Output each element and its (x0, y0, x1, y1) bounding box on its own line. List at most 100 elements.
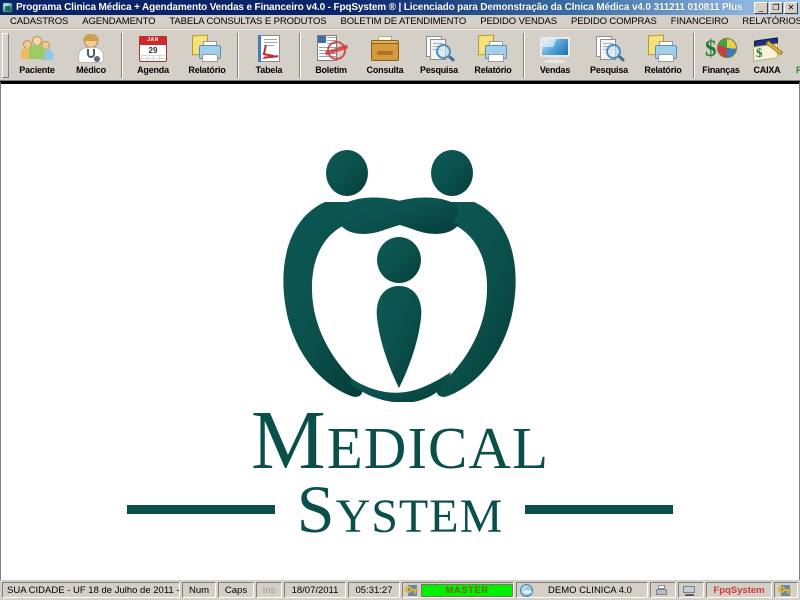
status-date: 18/07/2011 (284, 582, 346, 598)
brand-text: Medical System (126, 394, 674, 547)
status-location: SUA CIDADE - UF 18 de Julho de 2011 - Se… (2, 582, 180, 598)
toolbar-label-receber: Receber (796, 65, 800, 76)
status-time: 05:31:27 (348, 582, 400, 598)
toolbar-separator (299, 33, 301, 78)
toolbar-separator (237, 33, 239, 78)
toolbar-group-cadastros: Paciente Médico (10, 31, 118, 80)
medical-system-logo (255, 140, 545, 403)
menu-item-tabela-consultas-e-produtos[interactable]: TABELA CONSULTAS E PRODUTOS (162, 15, 333, 28)
toolbar-button-relatorio-boletim[interactable]: Relatório (466, 31, 520, 80)
toolbar-separator (523, 33, 525, 78)
key-person-icon (405, 584, 418, 597)
toolbar-label-financas: Finanças (702, 65, 740, 75)
search-pages-icon (423, 34, 456, 64)
application-window: Programa Clinica Médica + Agendamento Ve… (0, 0, 800, 600)
report-printer-icon (191, 34, 223, 64)
toolbar-label-boletim: Boletim (315, 65, 347, 75)
report-printer-icon (647, 34, 679, 64)
toolbar-button-relatorio-vendas[interactable]: Relatório (636, 31, 690, 80)
toolbar-label-pesquisa-boletim: Pesquisa (420, 65, 458, 75)
key-person-icon (778, 584, 791, 597)
menu-item-boletim-de-atendimento[interactable]: BOLETIM DE ATENDIMENTO (333, 15, 473, 28)
menu-item-pedido-vendas[interactable]: PEDIDO VENDAS (473, 15, 564, 28)
minimize-button[interactable]: _ (754, 1, 768, 14)
toolbar-button-pesquisa-vendas[interactable]: Pesquisa (582, 31, 636, 80)
dollar-glyph: $ (756, 45, 763, 60)
toolbar-group-tabela: Tabela (242, 31, 296, 80)
toolbar-button-tabela[interactable]: Tabela (242, 31, 296, 80)
report-printer-icon (477, 34, 509, 64)
status-num: Num (182, 582, 216, 598)
toolbar-button-medico[interactable]: Médico (64, 31, 118, 80)
menu-item-agendamento[interactable]: AGENDAMENTO (75, 15, 162, 28)
ledger-book-icon: $ (751, 34, 784, 64)
toolbar-separator (693, 33, 695, 78)
people-icon (21, 34, 53, 64)
toolbar-separator (121, 33, 123, 78)
toolbar-button-agenda[interactable]: JAN 29 Agenda (126, 31, 180, 80)
toolbar-label-relatorio-vendas: Relatório (644, 65, 682, 75)
status-user-panel: MASTER (402, 582, 514, 598)
toolbar-label-caixa: CAIXA (753, 65, 781, 75)
toolbar-button-paciente[interactable]: Paciente (10, 31, 64, 80)
splash-screen: Medical System (1, 84, 799, 580)
brand-system-row: System (126, 471, 674, 547)
window-controls: _ ❐ ✕ (754, 1, 799, 14)
app-icon (2, 2, 13, 13)
menu-item-cadastros[interactable]: CADASTROS (3, 15, 75, 28)
toolbar-group-agendamento: JAN 29 Agenda Relatório (126, 31, 234, 80)
title-bar: Programa Clinica Médica + Agendamento Ve… (0, 0, 800, 15)
toolbar-button-pesquisa-boletim[interactable]: Pesquisa (412, 31, 466, 80)
status-printer-panel[interactable] (650, 582, 676, 598)
calendar-day: 29 (148, 46, 158, 55)
menu-bar: CADASTROS AGENDAMENTO TABELA CONSULTAS E… (0, 15, 800, 29)
toolbar-grip-handle[interactable] (2, 33, 9, 78)
brand-system: System (296, 471, 504, 547)
toolbar-label-paciente: Paciente (19, 65, 55, 75)
status-network-panel[interactable] (678, 582, 704, 598)
status-database-panel: DEMO CLINICA 4.0 (516, 582, 648, 598)
status-user: MASTER (421, 583, 513, 597)
toolbar-button-caixa[interactable]: $ CAIXA (744, 31, 790, 80)
close-button[interactable]: ✕ (784, 1, 798, 14)
toolbar-label-consulta: Consulta (366, 65, 404, 75)
toolbar-button-consulta[interactable]: Consulta (358, 31, 412, 80)
restore-button[interactable]: ❐ (769, 1, 783, 14)
status-ins: Ins (256, 582, 282, 598)
toolbar-button-vendas[interactable]: Vendas (528, 31, 582, 80)
toolbar-group-boletim: Boletim Consulta Pesquisa Relatório (304, 31, 520, 80)
window-title: Programa Clinica Médica + Agendamento Ve… (16, 2, 743, 13)
globe-icon (520, 583, 533, 597)
menu-item-financeiro[interactable]: FINANCEIRO (664, 15, 736, 28)
status-database: DEMO CLINICA 4.0 (548, 584, 632, 596)
calendar-month: JAN (147, 37, 159, 43)
toolbar-button-boletim[interactable]: Boletim (304, 31, 358, 80)
search-pages-icon (593, 34, 626, 64)
toolbar-label-relatorio-boletim: Relatório (474, 65, 512, 75)
dollar-glyph: $ (705, 36, 717, 61)
client-area: Medical System (0, 81, 800, 580)
toolbar-label-tabela: Tabela (255, 65, 283, 75)
form-stamp-icon (315, 34, 349, 64)
rule-left (126, 504, 275, 514)
toolbar-button-receber[interactable]: $ Receber (790, 31, 800, 80)
menu-item-pedido-compras[interactable]: PEDIDO COMPRAS (564, 15, 664, 28)
toolbar-group-financeiro: $ Finanças $ CAIXA $ Receber (698, 31, 800, 80)
document-signature-icon (253, 34, 285, 64)
status-bar: SUA CIDADE - UF 18 de Julho de 2011 - Se… (0, 580, 800, 600)
toolbar: Paciente Médico JAN 29 Agenda Relatório … (0, 29, 800, 81)
pie-chart-dollar-icon: $ (705, 34, 737, 64)
monitor-icon (539, 34, 571, 64)
printer-icon (655, 584, 668, 597)
status-license-panel[interactable] (774, 582, 798, 598)
toolbar-label-agenda: Agenda (137, 65, 169, 75)
toolbar-label-relatorio-agenda: Relatório (188, 65, 226, 75)
toolbar-button-financas[interactable]: $ Finanças (698, 31, 744, 80)
toolbar-label-vendas: Vendas (539, 65, 571, 75)
toolbar-group-vendas: Vendas Pesquisa Relatório (528, 31, 690, 80)
status-system: FpqSystem (706, 582, 772, 598)
calendar-icon: JAN 29 (137, 34, 169, 64)
brand-medical: Medical (251, 394, 549, 487)
menu-item-relatorios[interactable]: RELATÓRIOS (735, 15, 800, 28)
toolbar-button-relatorio-agenda[interactable]: Relatório (180, 31, 234, 80)
